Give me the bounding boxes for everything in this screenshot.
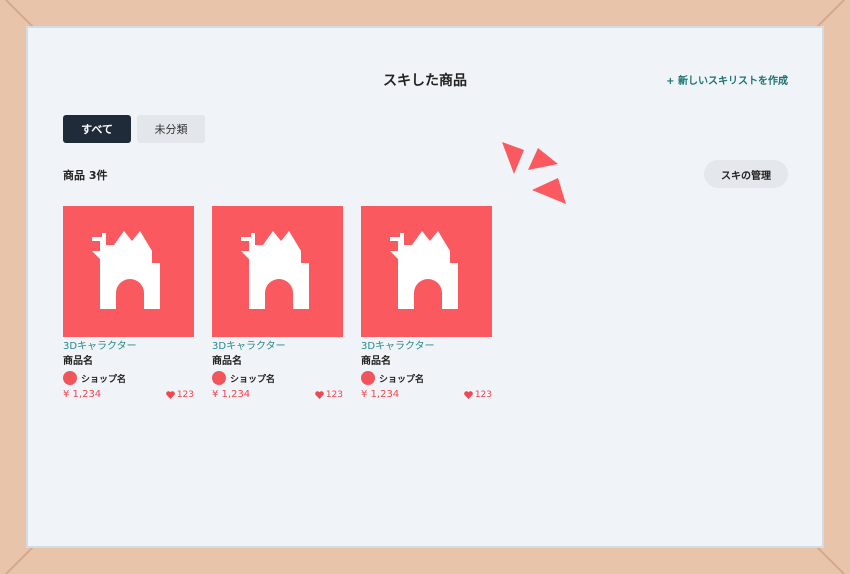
- shop-avatar: [212, 371, 226, 385]
- product-price: ¥ 1,234: [63, 389, 102, 400]
- like-count: 123: [474, 389, 492, 400]
- frame-corner: [815, 545, 845, 574]
- product-price: ¥ 1,234: [212, 389, 251, 400]
- camel-logo-icon: [389, 230, 458, 309]
- new-list-link[interactable]: + 新しいスキリストを作成: [666, 72, 788, 87]
- screen: スキした商品 + 新しいスキリストを作成 すべて 未分類 商品 3件 スキの管理…: [26, 26, 824, 548]
- like-count: 123: [176, 389, 194, 400]
- product-card[interactable]: 3Dキャラクター 商品名 ショップ名 ¥ 1,234 123: [63, 206, 194, 400]
- frame-corner: [815, 0, 845, 29]
- heart-icon: [463, 390, 473, 399]
- manage-likes-button[interactable]: スキの管理: [704, 160, 788, 188]
- product-footer: ¥ 1,234 123: [63, 389, 194, 400]
- shop-row[interactable]: ショップ名: [63, 371, 194, 385]
- product-footer: ¥ 1,234 123: [361, 389, 492, 400]
- like-counter[interactable]: 123: [165, 389, 194, 400]
- product-name[interactable]: 商品名: [361, 355, 492, 368]
- product-name[interactable]: 商品名: [212, 355, 343, 368]
- shop-avatar: [361, 371, 375, 385]
- tab-uncategorized[interactable]: 未分類: [137, 115, 205, 143]
- item-count: 商品 3件: [63, 169, 108, 182]
- heart-icon: [314, 390, 324, 399]
- product-card[interactable]: 3Dキャラクター 商品名 ショップ名 ¥ 1,234 123: [361, 206, 492, 400]
- product-thumbnail[interactable]: [361, 206, 492, 337]
- shop-avatar: [63, 371, 77, 385]
- product-category[interactable]: 3Dキャラクター: [63, 341, 194, 353]
- frame-corner: [5, 0, 35, 29]
- product-name[interactable]: 商品名: [63, 355, 194, 368]
- shop-row[interactable]: ショップ名: [212, 371, 343, 385]
- product-thumbnail[interactable]: [63, 206, 194, 337]
- product-footer: ¥ 1,234 123: [212, 389, 343, 400]
- like-count: 123: [325, 389, 343, 400]
- like-counter[interactable]: 123: [314, 389, 343, 400]
- product-thumbnail[interactable]: [212, 206, 343, 337]
- product-price: ¥ 1,234: [361, 389, 400, 400]
- shop-name[interactable]: ショップ名: [230, 372, 275, 385]
- product-grid: 3Dキャラクター 商品名 ショップ名 ¥ 1,234 123 3Dキャラクター: [63, 206, 492, 400]
- tab-all[interactable]: すべて: [63, 115, 131, 143]
- shop-row[interactable]: ショップ名: [361, 371, 492, 385]
- shop-name[interactable]: ショップ名: [379, 372, 424, 385]
- product-card[interactable]: 3Dキャラクター 商品名 ショップ名 ¥ 1,234 123: [212, 206, 343, 400]
- camel-logo-icon: [91, 230, 160, 309]
- burst-decoration-icon: [502, 142, 566, 204]
- frame-corner: [5, 545, 35, 574]
- camel-logo-icon: [240, 230, 309, 309]
- product-category[interactable]: 3Dキャラクター: [361, 341, 492, 353]
- shop-name[interactable]: ショップ名: [81, 372, 126, 385]
- tab-bar: すべて 未分類: [63, 115, 205, 143]
- product-category[interactable]: 3Dキャラクター: [212, 341, 343, 353]
- heart-icon: [165, 390, 175, 399]
- like-counter[interactable]: 123: [463, 389, 492, 400]
